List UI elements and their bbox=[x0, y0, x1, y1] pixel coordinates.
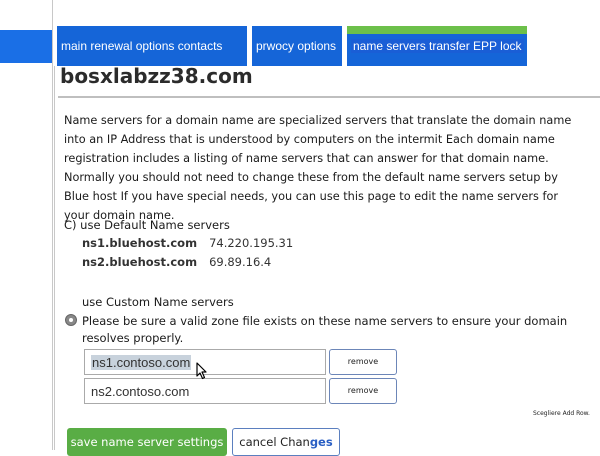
active-tab-indicator bbox=[347, 26, 527, 34]
tab-privacy-options[interactable]: prwocy options bbox=[252, 26, 342, 66]
default-nameserver-host: ns2.bluehost.com bbox=[82, 255, 198, 269]
custom-nameservers-label: use Custom Name servers bbox=[82, 295, 234, 309]
save-nameserver-settings-button[interactable]: save name server settings bbox=[67, 428, 227, 456]
page-title: bosxlabzz38.com bbox=[60, 64, 253, 88]
tab-name-servers-transfer-epp-lock[interactable]: name servers transfer EPP lock bbox=[347, 26, 527, 66]
remove-nameserver-2-button[interactable]: remove bbox=[329, 378, 397, 404]
default-nameserver-ip: 69.89.16.4 bbox=[209, 255, 272, 269]
left-nav-item[interactable] bbox=[0, 30, 52, 63]
default-nameserver-host: ns1.bluehost.com bbox=[82, 236, 198, 250]
default-nameserver-row: ns2.bluehost.com 69.89.16.4 bbox=[82, 255, 271, 269]
tab-bar-spacer bbox=[527, 26, 594, 66]
default-nameservers-option[interactable]: C) use Default Name servers bbox=[64, 218, 230, 232]
custom-nameservers-radio[interactable] bbox=[65, 314, 77, 326]
cancel-changes-button[interactable]: cancel Changes bbox=[232, 428, 340, 456]
zone-file-warning: Please be sure a valid zone file exists … bbox=[82, 314, 568, 345]
tab-label-name-servers: name servers transfer EPP lock bbox=[351, 39, 524, 53]
tab-main-renewal-options-contacts[interactable]: main renewal options contacts bbox=[57, 26, 247, 66]
description-text: Name servers for a domain name are speci… bbox=[64, 114, 572, 222]
selected-text: ns1.contoso.com bbox=[91, 355, 192, 370]
tab-bar: main renewal options contacts prwocy opt… bbox=[57, 26, 594, 66]
add-row-link[interactable]: Scegliere Add Row. bbox=[533, 410, 590, 417]
nameserver-2-input[interactable]: ns2.contoso.com bbox=[84, 378, 326, 404]
cancel-button-label-end: ges bbox=[309, 435, 333, 449]
cancel-button-label: cancel Chan bbox=[239, 435, 310, 449]
text-cursor-icon bbox=[196, 362, 207, 380]
remove-nameserver-1-button[interactable]: remove bbox=[329, 349, 397, 375]
default-nameserver-row: ns1.bluehost.com 74.220.195.31 bbox=[82, 236, 293, 250]
left-divider bbox=[52, 0, 53, 450]
default-nameserver-ip: 74.220.195.31 bbox=[209, 236, 294, 250]
title-divider bbox=[58, 96, 600, 98]
